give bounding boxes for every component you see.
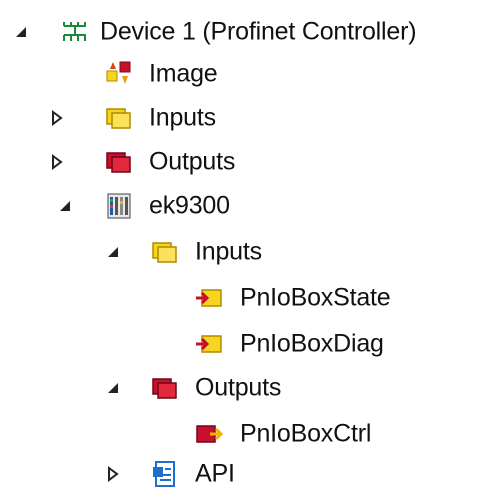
tree-node-outputs[interactable]: Outputs xyxy=(0,140,500,184)
tree-node-ek9300[interactable]: ek9300 xyxy=(0,184,500,228)
tree-node-label: Image xyxy=(149,59,218,88)
tree-node-api[interactable]: API xyxy=(0,452,500,496)
tree-node-pnio-box-state[interactable]: PnIoBoxState xyxy=(0,276,500,320)
terminal-module-icon xyxy=(104,191,134,221)
yellow-folder-icon xyxy=(104,103,134,133)
yellow-folder-icon xyxy=(150,237,180,267)
tree-node-label: PnIoBoxDiag xyxy=(240,329,384,358)
tree-node-label: API xyxy=(195,459,235,488)
collapse-arrow-icon[interactable] xyxy=(104,243,122,261)
tree-node-pnio-box-diag[interactable]: PnIoBoxDiag xyxy=(0,322,500,366)
input-variable-icon xyxy=(194,329,224,359)
expand-arrow-icon[interactable] xyxy=(48,109,66,127)
red-folder-icon xyxy=(150,373,180,403)
tree-node-ek9300-outputs[interactable]: Outputs xyxy=(0,366,500,410)
tree-node-label: Outputs xyxy=(195,373,282,402)
network-device-icon xyxy=(60,17,90,47)
tree-node-ek9300-inputs[interactable]: Inputs xyxy=(0,230,500,274)
expand-arrow-icon[interactable] xyxy=(104,465,122,483)
collapse-arrow-icon[interactable] xyxy=(56,197,74,215)
tree-node-inputs[interactable]: Inputs xyxy=(0,96,500,140)
collapse-arrow-icon[interactable] xyxy=(12,23,30,41)
input-variable-icon xyxy=(194,283,224,313)
tree-node-label: Inputs xyxy=(195,237,262,266)
tree-node-label: PnIoBoxState xyxy=(240,283,391,312)
expand-arrow-icon[interactable] xyxy=(48,153,66,171)
image-transfer-icon xyxy=(104,59,134,89)
tree-node-label: Device 1 (Profinet Controller) xyxy=(100,17,417,46)
tree-node-label: Outputs xyxy=(149,147,236,176)
tree-node-image[interactable]: Image xyxy=(0,52,500,96)
tree-node-device-1[interactable]: Device 1 (Profinet Controller) xyxy=(0,10,500,54)
tree-node-label: PnIoBoxCtrl xyxy=(240,419,372,448)
tree-node-label: ek9300 xyxy=(149,191,230,220)
collapse-arrow-icon[interactable] xyxy=(104,379,122,397)
api-document-icon xyxy=(150,459,180,489)
tree-node-pnio-box-ctrl[interactable]: PnIoBoxCtrl xyxy=(0,412,500,456)
solution-tree: Device 1 (Profinet Controller) Image Inp… xyxy=(0,0,500,497)
tree-node-label: Inputs xyxy=(149,103,216,132)
red-folder-icon xyxy=(104,147,134,177)
output-variable-icon xyxy=(194,419,224,449)
